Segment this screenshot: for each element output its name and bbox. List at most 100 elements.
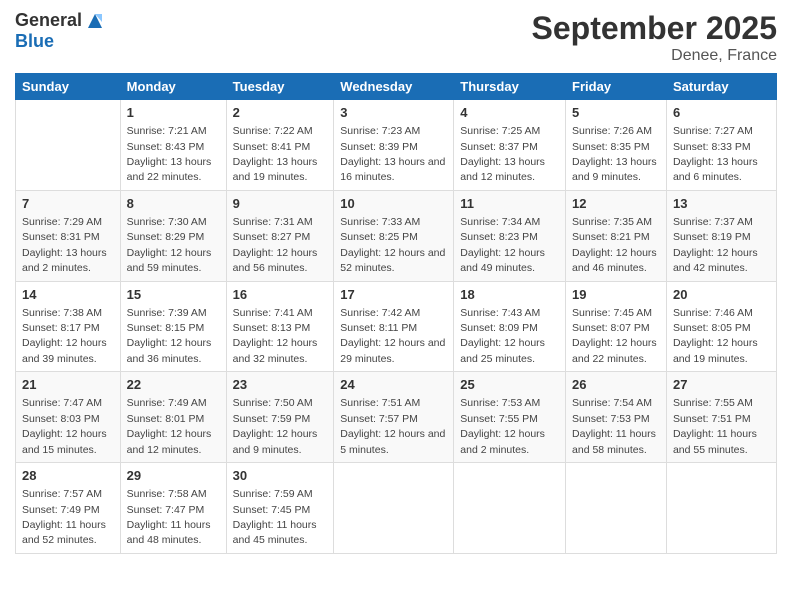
table-row: 28 Sunrise: 7:57 AM Sunset: 7:49 PM Dayl… bbox=[16, 463, 121, 554]
daylight-info: Daylight: 12 hours and 46 minutes. bbox=[572, 247, 657, 274]
sunrise-info: Sunrise: 7:22 AM bbox=[233, 125, 313, 137]
table-row: 14 Sunrise: 7:38 AM Sunset: 8:17 PM Dayl… bbox=[16, 281, 121, 372]
day-number: 19 bbox=[572, 286, 660, 304]
table-row bbox=[454, 463, 566, 554]
sunset-info: Sunset: 8:31 PM bbox=[22, 231, 100, 243]
table-row: 18 Sunrise: 7:43 AM Sunset: 8:09 PM Dayl… bbox=[454, 281, 566, 372]
sunset-info: Sunset: 7:55 PM bbox=[460, 413, 538, 425]
day-number: 6 bbox=[673, 104, 770, 122]
daylight-info: Daylight: 13 hours and 6 minutes. bbox=[673, 156, 758, 183]
table-row bbox=[666, 463, 776, 554]
day-number: 21 bbox=[22, 376, 114, 394]
daylight-info: Daylight: 12 hours and 56 minutes. bbox=[233, 247, 318, 274]
daylight-info: Daylight: 12 hours and 59 minutes. bbox=[127, 247, 212, 274]
header-friday: Friday bbox=[566, 74, 667, 100]
table-row: 22 Sunrise: 7:49 AM Sunset: 8:01 PM Dayl… bbox=[120, 372, 226, 463]
logo-general: General bbox=[15, 11, 82, 31]
table-row: 26 Sunrise: 7:54 AM Sunset: 7:53 PM Dayl… bbox=[566, 372, 667, 463]
header-wednesday: Wednesday bbox=[334, 74, 454, 100]
table-row: 4 Sunrise: 7:25 AM Sunset: 8:37 PM Dayli… bbox=[454, 100, 566, 191]
day-number: 4 bbox=[460, 104, 559, 122]
page-container: General Blue September 2025 Denee, Franc… bbox=[0, 0, 792, 564]
sunrise-info: Sunrise: 7:42 AM bbox=[340, 307, 420, 319]
daylight-info: Daylight: 12 hours and 52 minutes. bbox=[340, 247, 445, 274]
sunset-info: Sunset: 8:01 PM bbox=[127, 413, 205, 425]
day-number: 8 bbox=[127, 195, 220, 213]
day-number: 3 bbox=[340, 104, 447, 122]
daylight-info: Daylight: 13 hours and 16 minutes. bbox=[340, 156, 445, 183]
sunrise-info: Sunrise: 7:49 AM bbox=[127, 397, 207, 409]
sunrise-info: Sunrise: 7:57 AM bbox=[22, 488, 102, 500]
sunrise-info: Sunrise: 7:47 AM bbox=[22, 397, 102, 409]
daylight-info: Daylight: 11 hours and 48 minutes. bbox=[127, 519, 211, 546]
sunset-info: Sunset: 7:51 PM bbox=[673, 413, 751, 425]
table-row: 5 Sunrise: 7:26 AM Sunset: 8:35 PM Dayli… bbox=[566, 100, 667, 191]
day-number: 20 bbox=[673, 286, 770, 304]
table-row bbox=[334, 463, 454, 554]
calendar-week-row: 28 Sunrise: 7:57 AM Sunset: 7:49 PM Dayl… bbox=[16, 463, 777, 554]
sunrise-info: Sunrise: 7:30 AM bbox=[127, 216, 207, 228]
daylight-info: Daylight: 12 hours and 22 minutes. bbox=[572, 337, 657, 364]
day-number: 15 bbox=[127, 286, 220, 304]
table-row: 29 Sunrise: 7:58 AM Sunset: 7:47 PM Dayl… bbox=[120, 463, 226, 554]
sunrise-info: Sunrise: 7:35 AM bbox=[572, 216, 652, 228]
title-block: September 2025 Denee, France bbox=[532, 10, 777, 65]
sunrise-info: Sunrise: 7:29 AM bbox=[22, 216, 102, 228]
day-number: 28 bbox=[22, 467, 114, 485]
daylight-info: Daylight: 12 hours and 25 minutes. bbox=[460, 337, 545, 364]
calendar-week-row: 14 Sunrise: 7:38 AM Sunset: 8:17 PM Dayl… bbox=[16, 281, 777, 372]
table-row: 6 Sunrise: 7:27 AM Sunset: 8:33 PM Dayli… bbox=[666, 100, 776, 191]
day-number: 24 bbox=[340, 376, 447, 394]
daylight-info: Daylight: 12 hours and 39 minutes. bbox=[22, 337, 107, 364]
sunset-info: Sunset: 8:21 PM bbox=[572, 231, 650, 243]
calendar-body: 1 Sunrise: 7:21 AM Sunset: 8:43 PM Dayli… bbox=[16, 100, 777, 554]
day-number: 14 bbox=[22, 286, 114, 304]
sunset-info: Sunset: 8:05 PM bbox=[673, 322, 751, 334]
sunrise-info: Sunrise: 7:21 AM bbox=[127, 125, 207, 137]
sunset-info: Sunset: 8:09 PM bbox=[460, 322, 538, 334]
daylight-info: Daylight: 12 hours and 2 minutes. bbox=[460, 428, 545, 455]
sunset-info: Sunset: 7:59 PM bbox=[233, 413, 311, 425]
daylight-info: Daylight: 12 hours and 49 minutes. bbox=[460, 247, 545, 274]
header: General Blue September 2025 Denee, Franc… bbox=[15, 10, 777, 65]
sunrise-info: Sunrise: 7:41 AM bbox=[233, 307, 313, 319]
table-row: 1 Sunrise: 7:21 AM Sunset: 8:43 PM Dayli… bbox=[120, 100, 226, 191]
sunrise-info: Sunrise: 7:55 AM bbox=[673, 397, 753, 409]
sunset-info: Sunset: 8:39 PM bbox=[340, 141, 418, 153]
daylight-info: Daylight: 11 hours and 45 minutes. bbox=[233, 519, 317, 546]
calendar-table: Sunday Monday Tuesday Wednesday Thursday… bbox=[15, 73, 777, 554]
sunrise-info: Sunrise: 7:43 AM bbox=[460, 307, 540, 319]
table-row: 13 Sunrise: 7:37 AM Sunset: 8:19 PM Dayl… bbox=[666, 190, 776, 281]
header-sunday: Sunday bbox=[16, 74, 121, 100]
sunset-info: Sunset: 8:13 PM bbox=[233, 322, 311, 334]
logo-text: General Blue bbox=[15, 10, 106, 52]
table-row: 15 Sunrise: 7:39 AM Sunset: 8:15 PM Dayl… bbox=[120, 281, 226, 372]
sunset-info: Sunset: 7:47 PM bbox=[127, 504, 205, 516]
sunset-info: Sunset: 7:57 PM bbox=[340, 413, 418, 425]
sunset-info: Sunset: 7:45 PM bbox=[233, 504, 311, 516]
sunset-info: Sunset: 8:27 PM bbox=[233, 231, 311, 243]
table-row: 7 Sunrise: 7:29 AM Sunset: 8:31 PM Dayli… bbox=[16, 190, 121, 281]
sunset-info: Sunset: 8:35 PM bbox=[572, 141, 650, 153]
sunset-info: Sunset: 8:29 PM bbox=[127, 231, 205, 243]
table-row: 12 Sunrise: 7:35 AM Sunset: 8:21 PM Dayl… bbox=[566, 190, 667, 281]
sunrise-info: Sunrise: 7:51 AM bbox=[340, 397, 420, 409]
table-row: 23 Sunrise: 7:50 AM Sunset: 7:59 PM Dayl… bbox=[226, 372, 334, 463]
day-number: 12 bbox=[572, 195, 660, 213]
sunrise-info: Sunrise: 7:25 AM bbox=[460, 125, 540, 137]
sunset-info: Sunset: 8:37 PM bbox=[460, 141, 538, 153]
daylight-info: Daylight: 12 hours and 15 minutes. bbox=[22, 428, 107, 455]
daylight-info: Daylight: 12 hours and 32 minutes. bbox=[233, 337, 318, 364]
table-row: 20 Sunrise: 7:46 AM Sunset: 8:05 PM Dayl… bbox=[666, 281, 776, 372]
day-number: 2 bbox=[233, 104, 328, 122]
day-number: 7 bbox=[22, 195, 114, 213]
table-row: 8 Sunrise: 7:30 AM Sunset: 8:29 PM Dayli… bbox=[120, 190, 226, 281]
day-number: 1 bbox=[127, 104, 220, 122]
table-row: 30 Sunrise: 7:59 AM Sunset: 7:45 PM Dayl… bbox=[226, 463, 334, 554]
daylight-info: Daylight: 13 hours and 12 minutes. bbox=[460, 156, 545, 183]
header-tuesday: Tuesday bbox=[226, 74, 334, 100]
calendar-week-row: 7 Sunrise: 7:29 AM Sunset: 8:31 PM Dayli… bbox=[16, 190, 777, 281]
daylight-info: Daylight: 12 hours and 5 minutes. bbox=[340, 428, 445, 455]
daylight-info: Daylight: 13 hours and 22 minutes. bbox=[127, 156, 212, 183]
table-row bbox=[16, 100, 121, 191]
